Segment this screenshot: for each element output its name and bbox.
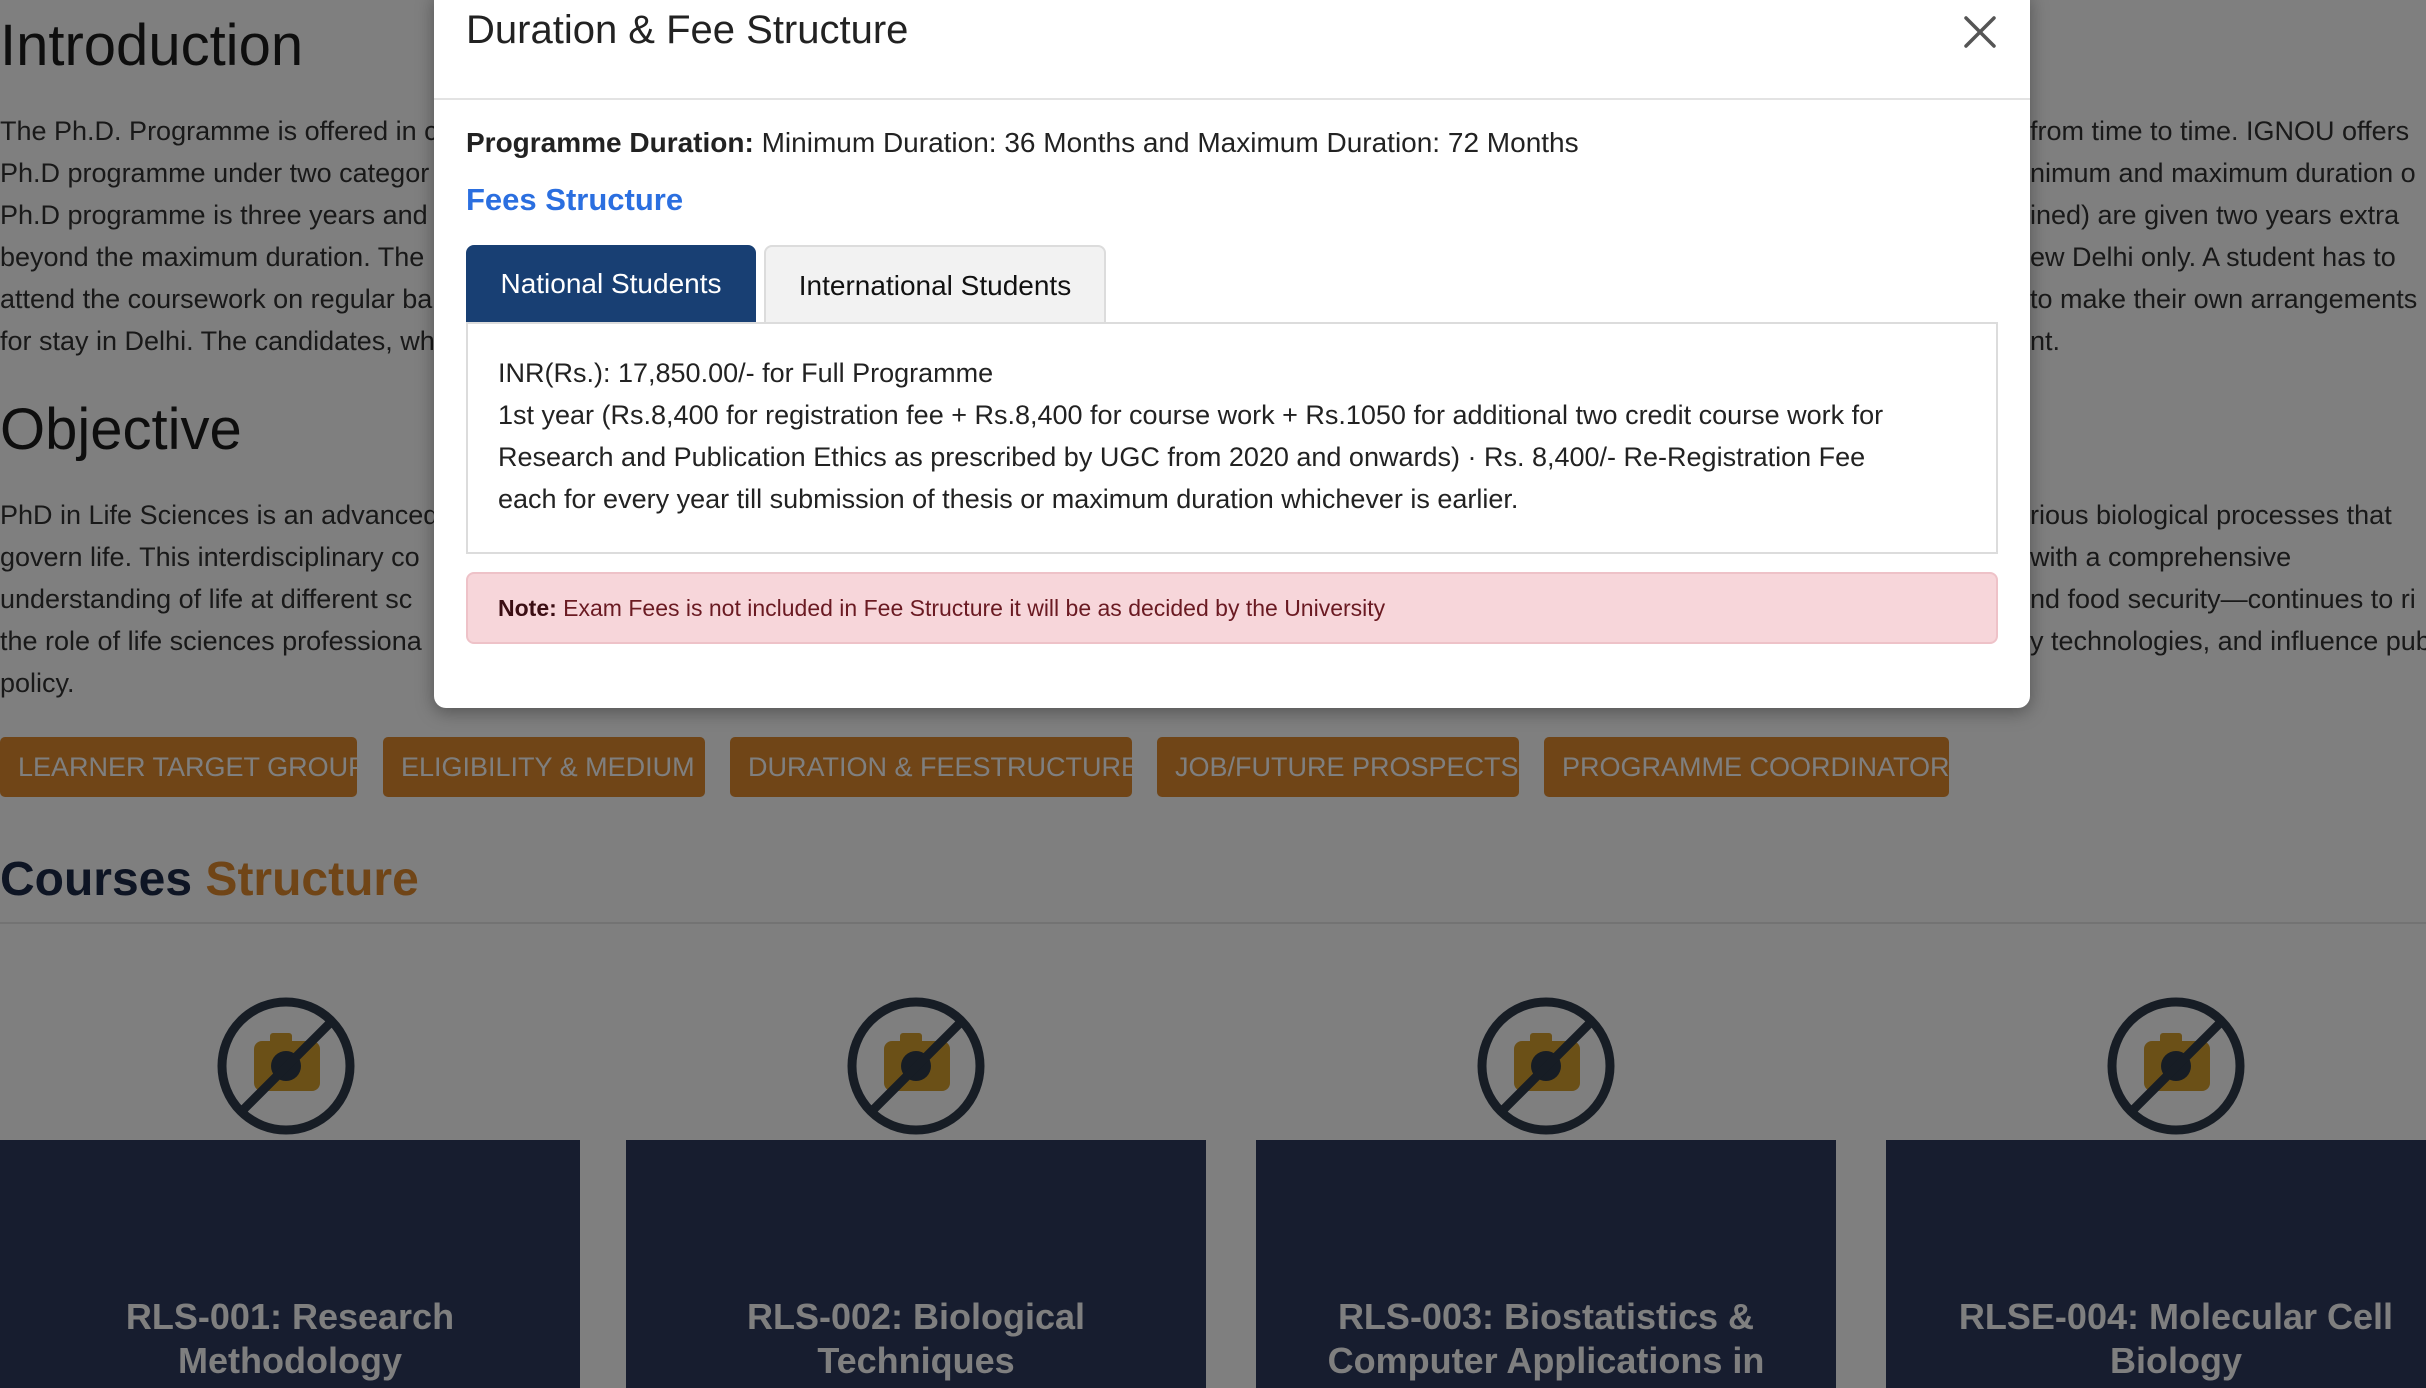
fee-line: INR(Rs.): 17,850.00/- for Full Programme — [498, 358, 994, 388]
fee-line: Research and Publication Ethics as presc… — [498, 442, 1866, 472]
tab-international-students[interactable]: International Students — [764, 245, 1106, 323]
duration-value: Minimum Duration: 36 Months and Maximum … — [761, 127, 1579, 158]
duration-fee-modal: Duration & Fee Structure Programme Durat… — [434, 0, 2030, 708]
fees-structure-heading: Fees Structure — [466, 182, 684, 217]
national-fee-panel: INR(Rs.): 17,850.00/- for Full Programme… — [466, 324, 1998, 554]
fee-line: 1st year (Rs.8,400 for registration fee … — [498, 400, 1884, 430]
modal-title: Duration & Fee Structure — [466, 8, 909, 52]
note-text: Exam Fees is not included in Fee Structu… — [563, 595, 1386, 621]
close-icon[interactable] — [1960, 12, 2000, 52]
duration-label: Programme Duration: — [466, 127, 754, 158]
programme-duration: Programme Duration: Minimum Duration: 36… — [466, 127, 1579, 159]
fee-line: each for every year till submission of t… — [498, 484, 1519, 514]
note-label: Note: — [498, 595, 557, 621]
modal-header: Duration & Fee Structure — [434, 0, 2030, 100]
fee-details: INR(Rs.): 17,850.00/- for Full Programme… — [498, 352, 1978, 520]
exam-fee-note: Note: Exam Fees is not included in Fee S… — [466, 572, 1998, 644]
tab-national-students[interactable]: National Students — [466, 245, 756, 323]
